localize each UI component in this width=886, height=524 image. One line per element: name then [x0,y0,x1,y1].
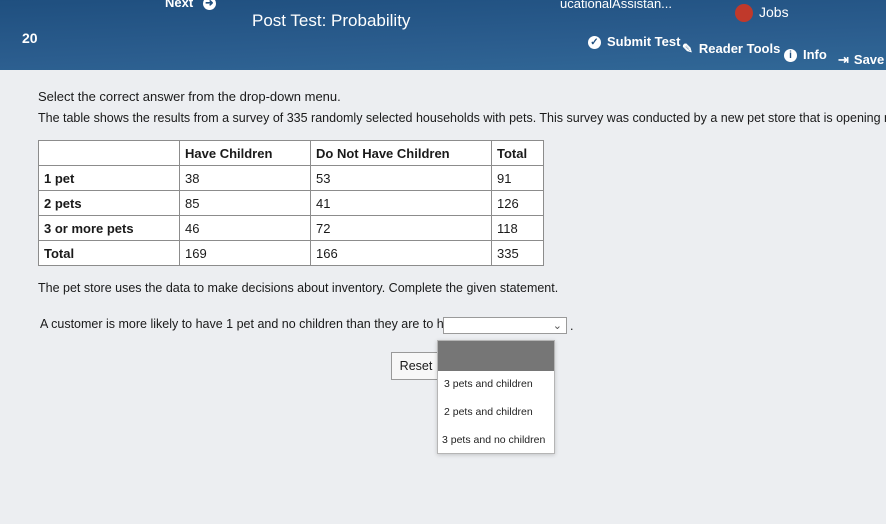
table-cell: 38 [179,165,311,191]
dropdown-menu: 3 pets and children 2 pets and children … [437,340,555,454]
question-number: 20 [22,30,38,46]
table-cell: 85 [179,190,311,216]
after-table-text: The pet store uses the data to make deci… [38,281,559,295]
jobs-link[interactable]: Jobs [735,4,789,23]
table-cell: 166 [310,240,492,266]
next-label: Next [165,0,194,10]
table-cell: 53 [310,165,492,191]
table-header-cell: Have Children [179,140,311,166]
top-toolbar: Next ➜ 20 Post Test: Probability ucation… [0,0,886,70]
table-header-cell: Total [491,140,544,166]
reader-tools-label: Reader Tools [698,41,781,56]
table-cell: 126 [491,190,544,216]
page-title: Post Test: Probability [252,11,411,30]
next-button[interactable]: Next ➜ [165,0,222,11]
chevron-down-icon: ⌄ [552,320,562,332]
table-row: 2 pets 85 41 126 [38,190,544,216]
question-description: The table shows the results from a surve… [38,111,886,125]
question-instruction: Select the correct answer from the drop-… [38,89,341,104]
save-label: Save & [853,52,886,67]
table-cell: 46 [179,215,311,241]
statement-text: A customer is more likely to have 1 pet … [40,317,464,331]
table-row: 3 or more pets 46 72 118 [38,215,544,241]
dropdown-option[interactable]: 3 pets and no children [442,434,545,446]
table-header-cell: Do Not Have Children [310,140,492,166]
table-cell: 41 [310,190,492,216]
dropdown-menu-header [438,341,554,371]
reset-button[interactable]: Reset [391,352,441,380]
table-header-cell [38,140,180,166]
row-label: Total [38,240,180,266]
assistant-link[interactable]: ucationalAssistan... [560,0,672,11]
reader-tools-button[interactable]: ✎ Reader Tools [682,41,780,57]
info-button[interactable]: i Info [784,47,827,63]
answer-dropdown[interactable]: ⌄ [443,317,567,334]
assistant-label: ucationalAssistan... [560,0,673,11]
table-row: 1 pet 38 53 91 [38,165,544,191]
table-header-row: Have Children Do Not Have Children Total [38,140,544,166]
check-circle-icon: ✓ [588,36,601,50]
dropdown-option[interactable]: 3 pets and children [444,378,533,390]
table-cell: 335 [491,240,544,266]
row-label: 1 pet [38,165,180,191]
jobs-icon [735,4,753,23]
row-label: 2 pets [38,190,180,216]
save-exit-button[interactable]: ⇥ Save & [838,52,886,68]
jobs-label: Jobs [759,4,789,20]
submit-test-button[interactable]: ✓ Submit Test [588,34,681,50]
arrow-right-icon: ➜ [202,0,216,11]
statement-period: . [570,319,574,333]
dropdown-option[interactable]: 2 pets and children [444,406,533,418]
info-icon: i [784,49,797,63]
table-cell: 169 [179,240,311,266]
info-label: Info [803,47,827,62]
exit-icon: ⇥ [838,52,849,67]
table-row: Total 169 166 335 [38,240,544,266]
submit-label: Submit Test [607,34,681,49]
table-cell: 72 [310,215,492,241]
table-cell: 91 [491,165,544,191]
table-cell: 118 [491,215,544,241]
survey-table: Have Children Do Not Have Children Total… [38,140,544,266]
row-label: 3 or more pets [38,215,180,241]
pen-icon: ✎ [682,41,693,56]
